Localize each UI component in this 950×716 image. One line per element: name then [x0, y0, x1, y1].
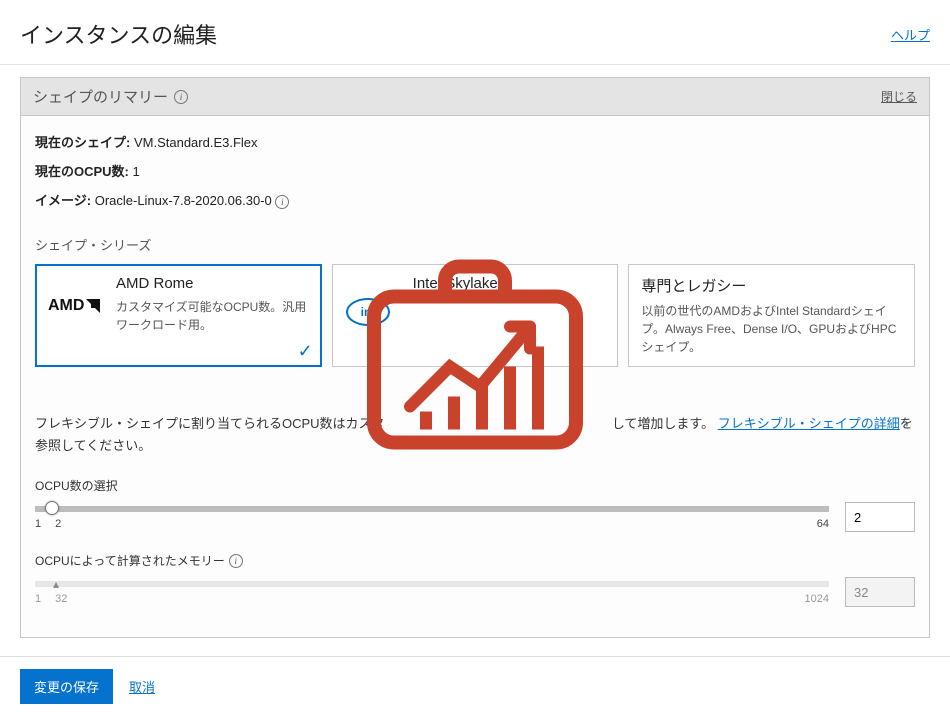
- shape-card-specialty-legacy[interactable]: 専門とレガシー 以前の世代のAMDおよびIntel Standardシェイプ。A…: [628, 264, 915, 367]
- slider-thumb[interactable]: [45, 501, 59, 515]
- flex-note-middle: して増加します。: [612, 416, 714, 431]
- memory-slider: ▴: [35, 581, 829, 587]
- current-ocpu-label: 現在のOCPU数:: [35, 164, 129, 179]
- help-link[interactable]: ヘルプ: [891, 25, 930, 44]
- page-title: インスタンスの編集: [20, 18, 217, 50]
- shape-cards: AMD AMD Rome カスタマイズ可能なOCPU数。汎用ワークロード用。 ✓…: [35, 264, 915, 367]
- check-icon: ✓: [298, 341, 313, 362]
- intel-logo: int: [345, 275, 405, 356]
- ocpu-slider-label: OCPU数の選択: [35, 477, 915, 494]
- card-desc: 以前の世代のAMDおよびIntel Standardシェイプ。Always Fr…: [641, 302, 902, 356]
- flex-note-prefix: フレキシブル・シェイプに割り当てられるOCPU数はカスタ: [35, 416, 385, 431]
- shape-summary-panel: シェイプのリマリー i 閉じる 現在のシェイプ: VM.Standard.E3.…: [20, 77, 930, 638]
- info-icon[interactable]: i: [229, 554, 243, 568]
- image-value: Oracle-Linux-7.8-2020.06.30-0: [95, 193, 272, 208]
- flex-note: フレキシブル・シェイプに割り当てられるOCPU数はカスタ して増加します。 フレ…: [35, 413, 915, 457]
- card-title: AMD Rome: [116, 275, 309, 292]
- slider-near: 32: [55, 593, 67, 605]
- card-title: Intel Skylake: [413, 275, 606, 292]
- card-title: 専門とレガシー: [641, 275, 902, 296]
- amd-arrow-icon: [86, 299, 100, 313]
- shape-card-amd-rome[interactable]: AMD AMD Rome カスタマイズ可能なOCPU数。汎用ワークロード用。 ✓: [35, 264, 322, 367]
- info-icon[interactable]: i: [174, 90, 188, 104]
- ocpu-slider-block: OCPU数の選択 1 2 64: [35, 477, 915, 532]
- slider-max: 64: [817, 518, 829, 530]
- current-shape-row: 現在のシェイプ: VM.Standard.E3.Flex: [35, 132, 915, 151]
- close-link[interactable]: 閉じる: [881, 88, 917, 105]
- panel-title-text: シェイプのリマリー: [33, 86, 168, 107]
- current-shape-label: 現在のシェイプ:: [35, 135, 130, 150]
- shape-series-label: シェイプ・シリーズ: [35, 235, 915, 254]
- slider-max: 1024: [805, 593, 829, 605]
- image-row: イメージ: Oracle-Linux-7.8-2020.06.30-0 i: [35, 190, 915, 209]
- current-ocpu-value: 1: [133, 164, 140, 179]
- info-icon[interactable]: i: [275, 195, 289, 209]
- svg-text:int: int: [360, 305, 375, 319]
- image-label: イメージ:: [35, 193, 91, 208]
- shape-card-intel-skylake[interactable]: int Intel Skylake: [332, 264, 619, 367]
- memory-slider-label: OCPUによって計算されたメモリー: [35, 552, 225, 569]
- flex-shape-details-link[interactable]: フレキシブル・シェイプの詳細: [718, 416, 900, 431]
- slider-min: 1: [35, 518, 41, 530]
- ocpu-value-input[interactable]: [845, 502, 915, 532]
- slider-min: 1: [35, 593, 41, 605]
- slider-near: 2: [55, 518, 61, 530]
- memory-value-input: [845, 577, 915, 607]
- panel-title: シェイプのリマリー i: [33, 86, 188, 107]
- cancel-link[interactable]: 取消: [129, 677, 155, 696]
- caret-icon: ▴: [53, 577, 59, 591]
- card-desc: カスタマイズ可能なOCPU数。汎用ワークロード用。: [116, 298, 309, 334]
- save-button[interactable]: 変更の保存: [20, 669, 113, 704]
- current-ocpu-row: 現在のOCPU数: 1: [35, 161, 915, 180]
- current-shape-value: VM.Standard.E3.Flex: [134, 135, 258, 150]
- ocpu-slider[interactable]: [35, 506, 829, 512]
- amd-logo: AMD: [48, 275, 108, 356]
- memory-slider-block: OCPUによって計算されたメモリー i ▴ 1 32 1024: [35, 552, 915, 607]
